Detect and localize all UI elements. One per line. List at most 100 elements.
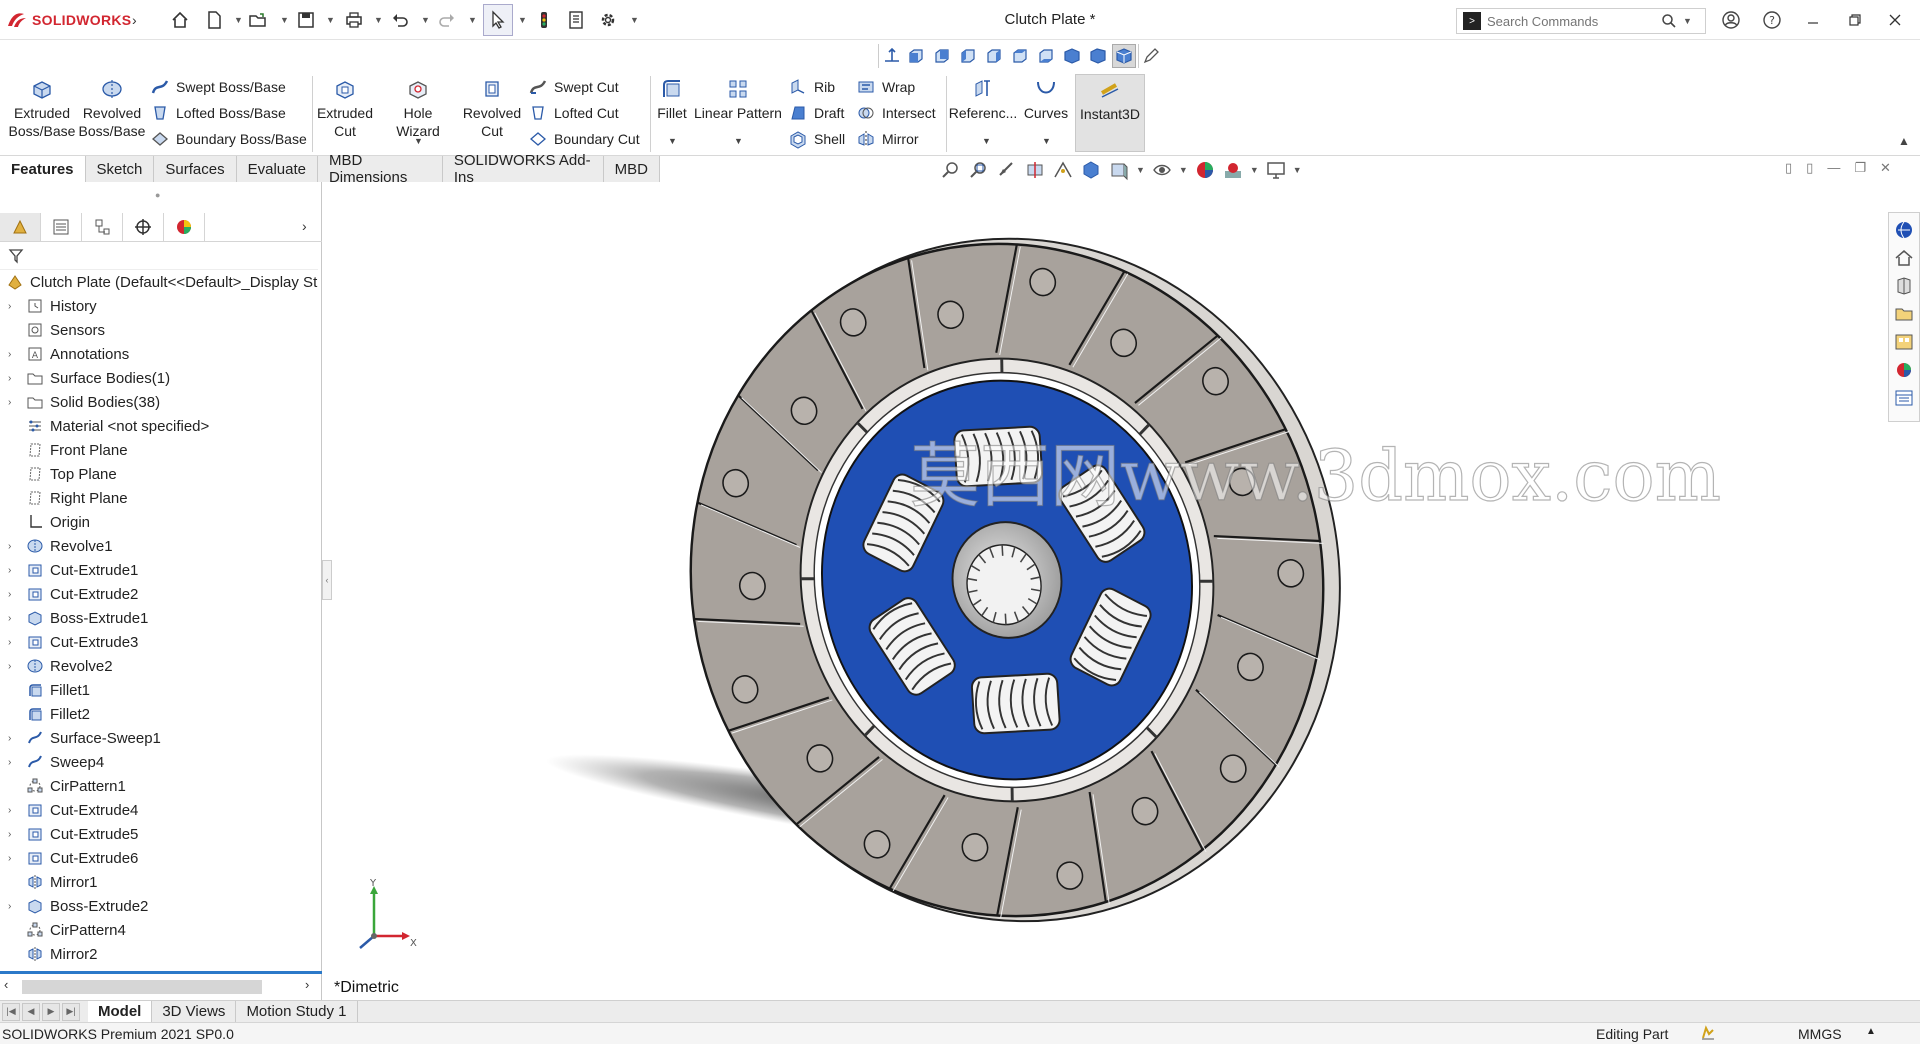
- redo-button[interactable]: [437, 7, 457, 33]
- solidworks-logo[interactable]: SOLIDWORKS: [6, 10, 131, 30]
- isometric-view-button[interactable]: [1060, 44, 1084, 68]
- save-dropdown-arrow[interactable]: ▼: [326, 15, 335, 25]
- display-style-dropdown[interactable]: ▼: [1136, 165, 1145, 175]
- menu-expand-arrow[interactable]: ›: [132, 7, 137, 33]
- view-settings-dropdown[interactable]: ▼: [1293, 165, 1302, 175]
- tree-item[interactable]: › Revolve1: [0, 534, 322, 558]
- reference-geometry-dropdown[interactable]: ▼: [982, 136, 991, 146]
- expand-arrow-icon[interactable]: ›: [8, 565, 18, 576]
- minimize-button[interactable]: [1798, 6, 1828, 34]
- tab-mbd-dimensions[interactable]: MBD Dimensions: [317, 152, 443, 186]
- panel-grip[interactable]: ●: [155, 190, 160, 200]
- tree-item[interactable]: Material <not specified>: [0, 414, 322, 438]
- undo-dropdown-arrow[interactable]: ▼: [421, 15, 430, 25]
- tab-features[interactable]: Features: [0, 156, 86, 182]
- tree-item[interactable]: › Cut-Extrude2: [0, 582, 322, 606]
- tab-3d-views[interactable]: 3D Views: [152, 1000, 237, 1023]
- view-palette-icon[interactable]: [1893, 331, 1915, 353]
- tree-filter[interactable]: [0, 242, 318, 270]
- expand-arrow-icon[interactable]: ›: [8, 301, 18, 312]
- panel-more-arrow[interactable]: ›: [302, 218, 307, 234]
- zoom-to-fit-icon[interactable]: [940, 159, 962, 181]
- expand-arrow-icon[interactable]: ›: [8, 853, 18, 864]
- boundary-cut-button[interactable]: Boundary Cut: [528, 128, 640, 150]
- expand-arrow-icon[interactable]: ›: [8, 805, 18, 816]
- view-selector-button[interactable]: [1138, 44, 1162, 68]
- rib-button[interactable]: Rib: [788, 76, 835, 98]
- tab-sketch[interactable]: Sketch: [85, 156, 155, 182]
- undo-button[interactable]: [390, 7, 410, 33]
- tree-item[interactable]: Fillet1: [0, 678, 322, 702]
- mirror-button[interactable]: Mirror: [856, 128, 919, 150]
- expand-arrow-icon[interactable]: ›: [8, 589, 18, 600]
- rebuild-button[interactable]: [534, 7, 554, 33]
- account-button[interactable]: [1716, 6, 1746, 34]
- home-button[interactable]: [170, 7, 190, 33]
- panel-splitter[interactable]: ‹: [322, 560, 332, 600]
- left-view-button[interactable]: [956, 44, 980, 68]
- graphics-area[interactable]: 莫西网www.3dmox.com: [332, 182, 1888, 1000]
- prev-tab-button[interactable]: ◀: [22, 1002, 40, 1021]
- print-dropdown-arrow[interactable]: ▼: [374, 15, 383, 25]
- tab-solidworks-add-ins[interactable]: SOLIDWORKS Add-Ins: [442, 152, 604, 186]
- expand-arrow-icon[interactable]: ›: [8, 829, 18, 840]
- view-orientation-icon[interactable]: [1080, 159, 1102, 181]
- tree-item[interactable]: › Surface Bodies(1): [0, 366, 322, 390]
- instant3d-button[interactable]: Instant3D: [1075, 74, 1145, 152]
- extruded-cut-button[interactable]: Extruded Cut: [314, 76, 376, 140]
- tree-item[interactable]: CirPattern1: [0, 774, 322, 798]
- swept-boss-button[interactable]: Swept Boss/Base: [150, 76, 286, 98]
- fillet-button[interactable]: Fillet: [652, 76, 692, 122]
- extruded-boss-button[interactable]: Extruded Boss/Base: [8, 76, 76, 140]
- expand-arrow-icon[interactable]: ›: [8, 733, 18, 744]
- swept-cut-button[interactable]: Swept Cut: [528, 76, 619, 98]
- tree-item[interactable]: › Revolve2: [0, 654, 322, 678]
- scroll-thumb[interactable]: [22, 980, 262, 994]
- tree-horizontal-scrollbar[interactable]: ‹ ›: [0, 971, 322, 994]
- edit-appearance-icon[interactable]: [1194, 159, 1216, 181]
- dynamic-annotation-icon[interactable]: [1052, 159, 1074, 181]
- viewport-close-button[interactable]: ✕: [1880, 160, 1891, 176]
- viewport-tile-left-button[interactable]: ▯: [1785, 160, 1792, 176]
- tree-item[interactable]: Front Plane: [0, 438, 322, 462]
- front-view-button[interactable]: [904, 44, 928, 68]
- viewport-tile-right-button[interactable]: ▯: [1806, 160, 1813, 176]
- curves-button[interactable]: Curves: [1020, 76, 1072, 122]
- tree-item[interactable]: Origin: [0, 510, 322, 534]
- scroll-left-arrow[interactable]: ‹: [4, 977, 8, 992]
- tab-model[interactable]: Model: [88, 1000, 153, 1023]
- expand-arrow-icon[interactable]: ›: [8, 757, 18, 768]
- normal-to-button[interactable]: [878, 44, 902, 68]
- solidworks-resources-icon[interactable]: [1893, 219, 1915, 241]
- close-button[interactable]: [1880, 6, 1910, 34]
- tab-feature-manager[interactable]: [0, 212, 41, 241]
- restore-button[interactable]: [1840, 6, 1870, 34]
- scene-dropdown[interactable]: ▼: [1250, 165, 1259, 175]
- tab-motion-study-1[interactable]: Motion Study 1: [236, 1000, 358, 1023]
- collapse-ribbon-button[interactable]: ▲: [1898, 134, 1910, 148]
- zoom-to-area-icon[interactable]: [968, 159, 990, 181]
- shell-button[interactable]: Shell: [788, 128, 845, 150]
- linear-pattern-dropdown[interactable]: ▼: [734, 136, 743, 146]
- last-tab-button[interactable]: ▶|: [62, 1002, 80, 1021]
- tab-surfaces[interactable]: Surfaces: [154, 156, 237, 182]
- intersect-button[interactable]: Intersect: [856, 102, 936, 124]
- revolved-boss-button[interactable]: Revolved Boss/Base: [78, 76, 146, 140]
- select-dropdown-arrow[interactable]: ▼: [518, 15, 527, 25]
- expand-arrow-icon[interactable]: ›: [8, 637, 18, 648]
- viewport-minimize-button[interactable]: —: [1827, 160, 1840, 176]
- revolved-cut-button[interactable]: Revolved Cut: [460, 76, 524, 140]
- bottom-view-button[interactable]: [1034, 44, 1058, 68]
- design-library-icon[interactable]: [1893, 275, 1915, 297]
- tree-item[interactable]: Fillet2: [0, 702, 322, 726]
- lofted-boss-button[interactable]: Lofted Boss/Base: [150, 102, 286, 124]
- tree-item[interactable]: › Solid Bodies(38): [0, 390, 322, 414]
- new-dropdown-arrow[interactable]: ▼: [234, 15, 243, 25]
- expand-arrow-icon[interactable]: ›: [8, 397, 18, 408]
- tab-evaluate[interactable]: Evaluate: [236, 156, 318, 182]
- reference-geometry-button[interactable]: Referenc...: [949, 76, 1017, 122]
- tab-display-manager[interactable]: [164, 212, 205, 241]
- tree-item[interactable]: › Cut-Extrude6: [0, 846, 322, 870]
- section-view-icon[interactable]: [1024, 159, 1046, 181]
- help-button[interactable]: ?: [1757, 6, 1787, 34]
